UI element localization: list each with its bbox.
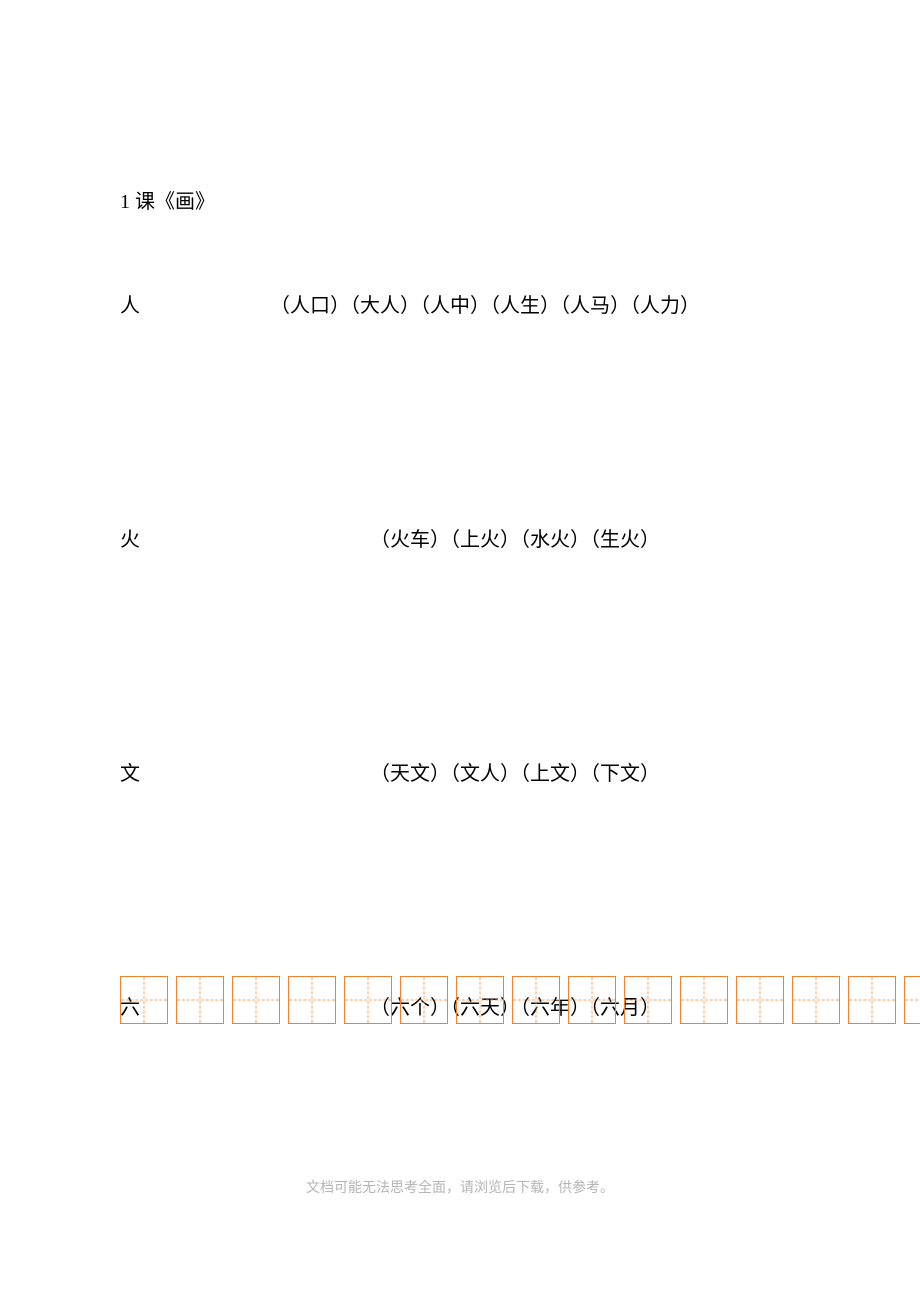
practice-cell (400, 976, 448, 1024)
vocab-char: 人 (120, 289, 270, 318)
practice-cell (848, 976, 896, 1024)
practice-cell (344, 976, 392, 1024)
vocab-words: （人口）（大人）（人中）（人生）（人马）（人力） (270, 289, 700, 318)
practice-cell (736, 976, 784, 1024)
vocab-entry: 火 （火车）（上火）（水火）（生火） (120, 523, 840, 552)
practice-cell (568, 976, 616, 1024)
practice-cell (176, 976, 224, 1024)
vocab-entry: 人 （人口）（大人）（人中）（人生）（人马）（人力） (120, 289, 840, 318)
practice-cell (120, 976, 168, 1024)
lesson-title: 1 课《画》 (120, 185, 840, 214)
vocab-char: 火 (120, 523, 270, 552)
practice-cell (512, 976, 560, 1024)
practice-cell (288, 976, 336, 1024)
practice-cell (456, 976, 504, 1024)
footer-note: 文档可能无法思考全面，请浏览后下载，供参考。 (0, 1177, 920, 1197)
practice-cell-partial (904, 976, 920, 1024)
vocab-words: （火车）（上火）（水火）（生火） (270, 523, 660, 552)
vocab-entry: 文 （天文）（文人）（上文）（下文） (120, 757, 840, 786)
vocab-words: （天文）（文人）（上文）（下文） (270, 757, 660, 786)
practice-cell (792, 976, 840, 1024)
vocab-char: 文 (120, 757, 270, 786)
practice-cell (232, 976, 280, 1024)
document-body: 1 课《画》 人 （人口）（大人）（人中）（人生）（人马）（人力） 火 （火车）… (0, 0, 920, 1020)
practice-grid (120, 976, 920, 1024)
practice-cell (624, 976, 672, 1024)
practice-cell (680, 976, 728, 1024)
